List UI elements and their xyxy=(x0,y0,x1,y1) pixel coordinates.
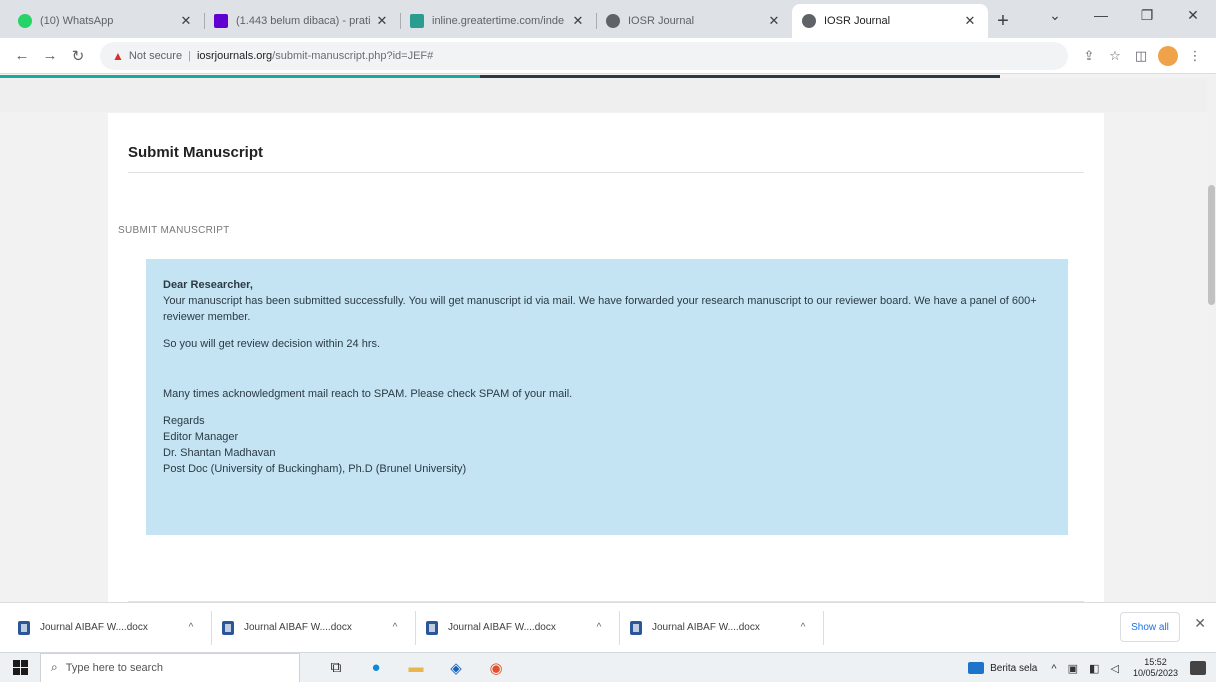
page-title: Submit Manuscript xyxy=(128,144,264,161)
browser-tab-active[interactable]: IOSR Journal ✕ xyxy=(792,4,988,38)
share-icon[interactable]: ⇪ xyxy=(1076,43,1102,69)
minimize-icon[interactable]: — xyxy=(1078,0,1124,30)
page-viewport: Submit Manuscript SUBMIT MANUSCRIPT Dear… xyxy=(0,75,1216,602)
mail-favicon-icon xyxy=(214,14,228,28)
download-filename: Journal AIBAF W....docx xyxy=(652,622,760,633)
notice-greeting: Dear Researcher, xyxy=(163,279,253,291)
news-label: Berita sela xyxy=(990,662,1038,674)
address-bar[interactable]: ▲ Not secure | iosrjournals.org/submit-m… xyxy=(100,41,1068,70)
tab-title: IOSR Journal xyxy=(824,15,891,27)
download-filename: Journal AIBAF W....docx xyxy=(448,622,556,633)
search-icon: ⌕ xyxy=(51,660,58,674)
tray-icons[interactable]: ^ ▣ ◧ ◁ xyxy=(1051,662,1123,675)
url-path: /submit-manuscript.php?id=JEF# xyxy=(272,49,434,62)
notice-spam-warning: Many times acknowledgment mail reach to … xyxy=(163,388,573,400)
reload-icon[interactable]: ↻ xyxy=(64,42,92,70)
bookmark-star-icon[interactable]: ☆ xyxy=(1102,43,1128,69)
success-notice: Dear Researcher, Your manuscript has bee… xyxy=(146,259,1068,535)
site-favicon-icon xyxy=(410,14,424,28)
download-item[interactable]: Journal AIBAF W....docx ^ xyxy=(8,610,212,645)
tab-title: IOSR Journal xyxy=(628,15,695,27)
scrollbar-thumb[interactable] xyxy=(1208,185,1215,305)
word-document-icon xyxy=(630,620,642,635)
task-view-icon[interactable]: ⧉ xyxy=(316,653,356,682)
browser-tab[interactable]: (1.443 belum dibaca) - prati ✕ xyxy=(204,4,400,38)
search-placeholder: Type here to search xyxy=(65,661,163,674)
tab-title: (1.443 belum dibaca) - prati xyxy=(236,15,371,27)
tab-close-icon[interactable]: ✕ xyxy=(962,13,978,29)
security-status[interactable]: Not secure xyxy=(129,50,182,62)
menu-kebab-icon[interactable]: ⋮ xyxy=(1182,43,1208,69)
taskbar-search-box[interactable]: ⌕ Type here to search xyxy=(40,652,300,682)
word-document-icon xyxy=(426,620,438,635)
notice-review-time: So you will get review decision within 2… xyxy=(163,338,381,350)
clock-date: 10/05/2023 xyxy=(1132,668,1178,678)
download-item[interactable]: Journal AIBAF W....docx ^ xyxy=(212,610,416,645)
edge-browser-icon[interactable]: ● xyxy=(356,653,396,682)
close-shelf-icon[interactable]: ✕ xyxy=(1194,615,1206,632)
page-scrollbar[interactable] xyxy=(1207,75,1216,602)
tab-search-icon[interactable]: ⌄ xyxy=(1032,0,1078,30)
show-all-button[interactable]: Show all xyxy=(1120,612,1180,642)
browser-tab-strip: (10) WhatsApp ✕ (1.443 belum dibaca) - p… xyxy=(0,0,1216,38)
subheader-bar xyxy=(0,78,1216,112)
window-controls: ⌄ — ❐ ✕ xyxy=(1032,0,1216,30)
chevron-up-icon[interactable]: ^ xyxy=(589,622,609,633)
download-item[interactable]: Journal AIBAF W....docx ^ xyxy=(620,610,824,645)
word-document-icon xyxy=(222,620,234,635)
taskbar-apps: ⧉ ● ▬ ◈ ◉ xyxy=(316,653,516,682)
profile-avatar[interactable] xyxy=(1158,45,1178,66)
browser-toolbar: ← → ↻ ▲ Not secure | iosrjournals.org/su… xyxy=(0,38,1216,74)
signature-credentials: Post Doc (University of Buckingham), Ph.… xyxy=(163,463,467,475)
toolbar-actions: ⇪ ☆ ◫ ⋮ xyxy=(1076,43,1208,69)
store-icon[interactable]: ◈ xyxy=(436,653,476,682)
news-icon xyxy=(968,662,985,674)
download-item[interactable]: Journal AIBAF W....docx ^ xyxy=(416,610,620,645)
chevron-up-icon[interactable]: ^ xyxy=(385,622,405,633)
restore-icon[interactable]: ❐ xyxy=(1124,0,1170,30)
signature-name: Dr. Shantan Madhavan xyxy=(163,447,276,459)
address-separator: | xyxy=(188,49,191,62)
side-panel-icon[interactable]: ◫ xyxy=(1128,43,1154,69)
tab-title: (10) WhatsApp xyxy=(40,15,114,27)
tab-close-icon[interactable]: ✕ xyxy=(374,13,390,29)
close-window-icon[interactable]: ✕ xyxy=(1170,0,1216,30)
globe-favicon-icon xyxy=(606,14,620,28)
download-shelf: Journal AIBAF W....docx ^ Journal AIBAF … xyxy=(0,602,1216,652)
browser-tab[interactable]: inline.greatertime.com/inde ✕ xyxy=(400,4,596,38)
browser-tab[interactable]: IOSR Journal ✕ xyxy=(596,4,792,38)
notice-message: Your manuscript has been submitted succe… xyxy=(163,295,1037,323)
globe-favicon-icon xyxy=(802,14,816,28)
url-host: iosrjournals.org xyxy=(196,49,273,62)
windows-start-icon[interactable] xyxy=(0,653,40,682)
tab-close-icon[interactable]: ✕ xyxy=(766,13,782,29)
tab-close-icon[interactable]: ✕ xyxy=(178,13,194,29)
signature-role: Editor Manager xyxy=(163,431,239,443)
system-tray: Berita sela ^ ▣ ◧ ◁ 15:52 10/05/2023 xyxy=(968,653,1216,682)
word-document-icon xyxy=(18,620,30,635)
back-arrow-icon[interactable]: ← xyxy=(8,42,36,70)
forward-arrow-icon[interactable]: → xyxy=(36,42,64,70)
whatsapp-favicon-icon xyxy=(18,14,32,28)
chevron-up-icon[interactable]: ^ xyxy=(793,622,813,633)
notification-icon[interactable] xyxy=(1190,661,1206,675)
warning-icon: ▲ xyxy=(112,48,124,63)
tab-title: inline.greatertime.com/inde xyxy=(432,15,565,27)
new-tab-button[interactable]: + xyxy=(988,4,1018,38)
clock-time: 15:52 xyxy=(1144,657,1167,667)
chevron-up-icon[interactable]: ^ xyxy=(181,622,201,633)
news-widget[interactable]: Berita sela xyxy=(968,662,1037,674)
windows-taskbar: ⌕ Type here to search ⧉ ● ▬ ◈ ◉ Berita s… xyxy=(0,652,1216,682)
browser-tab[interactable]: (10) WhatsApp ✕ xyxy=(8,4,204,38)
download-filename: Journal AIBAF W....docx xyxy=(40,622,148,633)
title-divider xyxy=(128,172,1084,173)
chrome-icon[interactable]: ◉ xyxy=(476,653,516,682)
file-explorer-icon[interactable]: ▬ xyxy=(396,653,436,682)
section-label: SUBMIT MANUSCRIPT xyxy=(118,225,230,236)
taskbar-clock[interactable]: 15:52 10/05/2023 xyxy=(1133,657,1178,679)
signature-regards: Regards xyxy=(163,415,205,427)
tab-close-icon[interactable]: ✕ xyxy=(570,13,586,29)
download-filename: Journal AIBAF W....docx xyxy=(244,622,352,633)
content-card: Submit Manuscript SUBMIT MANUSCRIPT Dear… xyxy=(108,113,1104,602)
